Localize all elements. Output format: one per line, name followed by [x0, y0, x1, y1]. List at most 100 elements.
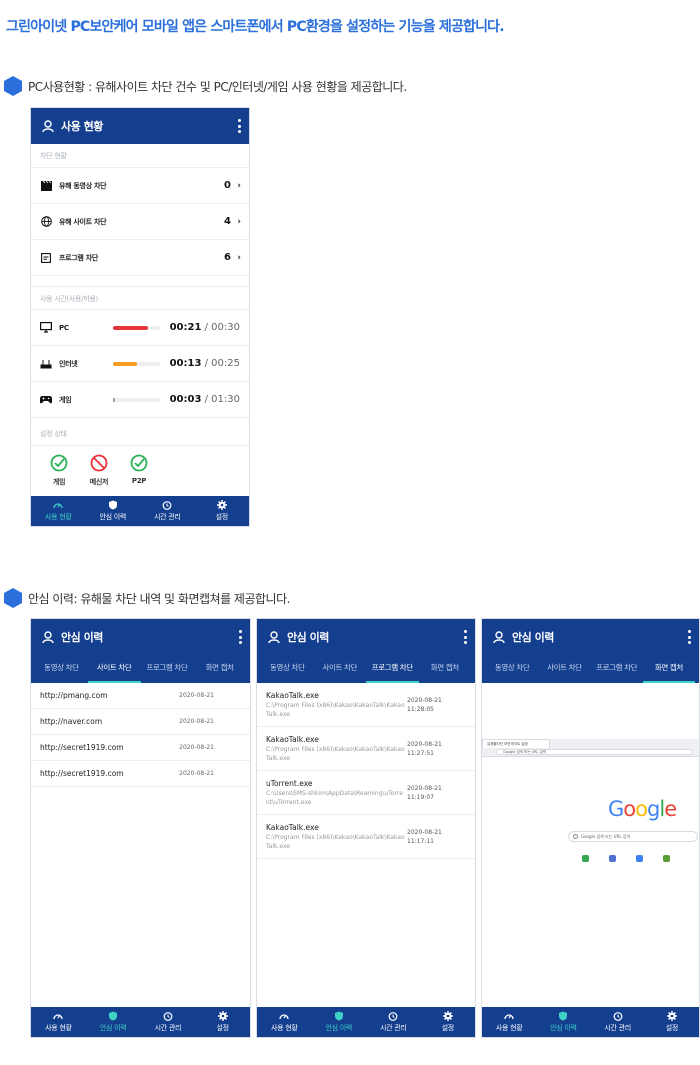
- router-icon: [40, 358, 52, 370]
- time-row-pc: PC 00:21 / 00:30: [31, 310, 249, 346]
- page-heading: 그린아이넷 PC보안케어 모바일 앱은 스마트폰에서 PC환경을 설정하는 기능…: [6, 19, 505, 35]
- nav-usage[interactable]: 사용 현황: [482, 1007, 536, 1037]
- time-label-internet: 인터넷: [59, 359, 78, 368]
- list-item[interactable]: http://pmang.com 2020-08-21: [31, 683, 250, 709]
- block-label-video: 유해 동영상 차단: [59, 181, 107, 190]
- alarm-clock-icon: [163, 1012, 173, 1021]
- tab-program[interactable]: 프로그램 차단: [366, 655, 419, 683]
- captured-browser-tab: 유해물차단 보안게이트 설정: [482, 739, 550, 748]
- nav-history[interactable]: 안심 이력: [86, 1007, 141, 1037]
- block-row-site[interactable]: 유해 사이트 차단 4 ›: [31, 204, 249, 240]
- nav-history[interactable]: 안심 이력: [312, 1007, 367, 1037]
- list-item[interactable]: KakaoTalk.exe C:\Program Files (x86)\Kaka…: [257, 727, 475, 771]
- nav-history[interactable]: 안심 이력: [86, 496, 141, 526]
- more-menu-icon[interactable]: [238, 630, 242, 644]
- bottom-nav: 사용 현황 안심 이력 시간 관리 설정: [31, 1007, 250, 1037]
- film-icon: [40, 180, 52, 192]
- time-value-pc: 00:21 / 00:30: [169, 322, 240, 333]
- status-list: 게임 메신저 P2P: [31, 446, 249, 487]
- nav-time[interactable]: 시간 관리: [141, 1007, 196, 1037]
- gear-icon: [216, 500, 227, 510]
- list-item[interactable]: http://naver.com 2020-08-21: [31, 709, 250, 735]
- status-item-messenger[interactable]: 메신저: [79, 454, 119, 487]
- captured-browser-bar: 유해물차단 보안게이트 설정 Google 검색 또는 URL 입력: [482, 739, 699, 757]
- more-menu-icon[interactable]: [687, 630, 691, 644]
- tab-site[interactable]: 사이트 차단: [538, 655, 590, 683]
- list-item[interactable]: uTorrent.exe C:\Users\SMS-shkim\AppData\R…: [257, 771, 475, 815]
- block-row-video[interactable]: 유해 동영상 차단 0 ›: [31, 168, 249, 204]
- nav-time[interactable]: 시간 관리: [366, 1007, 421, 1037]
- check-circle-icon: [130, 454, 148, 472]
- time-value-internet: 00:13 / 00:25: [169, 358, 240, 369]
- usage-screen: 사용 현황 차단 현황 유해 동영상 차단 0 › 유해 사이트 차단 4 › …: [30, 107, 250, 527]
- status-item-game[interactable]: 게임: [39, 454, 79, 487]
- tab-video[interactable]: 동영상 차단: [486, 655, 538, 683]
- block-count-video: 0: [224, 180, 231, 191]
- block-circle-icon: [90, 454, 108, 472]
- capture-view[interactable]: 유해물차단 보안게이트 설정 Google 검색 또는 URL 입력 Googl…: [482, 683, 699, 1003]
- tab-video[interactable]: 동영상 차단: [261, 655, 314, 683]
- more-menu-icon[interactable]: [237, 119, 241, 133]
- nav-settings[interactable]: 설정: [421, 1007, 476, 1037]
- tab-capture[interactable]: 화면 캡처: [419, 655, 472, 683]
- history-header: 안심 이력: [257, 619, 475, 655]
- nav-settings[interactable]: 설정: [195, 1007, 250, 1037]
- history-header: 안심 이력: [31, 619, 250, 655]
- progress-bar-pc: [113, 325, 160, 330]
- list-item[interactable]: http://secret1919.com 2020-08-21: [31, 735, 250, 761]
- status-item-p2p[interactable]: P2P: [119, 454, 159, 487]
- bottom-nav: 사용 현황 안심 이력 시간 관리 설정: [257, 1007, 475, 1037]
- list-item[interactable]: KakaoTalk.exe C:\Program Files (x86)\Kaka…: [257, 683, 475, 727]
- history-header: 안심 이력: [482, 619, 699, 655]
- shield-icon: [108, 500, 117, 510]
- history-screen-capture: 안심 이력 동영상 차단 사이트 차단 프로그램 차단 화면 캡처 유해물차단 …: [481, 618, 700, 1038]
- monitor-icon: [40, 322, 52, 334]
- gauge-icon: [504, 1014, 514, 1020]
- gear-icon: [442, 1011, 453, 1021]
- history-title: 안심 이력: [287, 631, 329, 644]
- tab-program[interactable]: 프로그램 차단: [591, 655, 643, 683]
- alarm-clock-icon: [388, 1012, 398, 1021]
- nav-settings[interactable]: 설정: [195, 496, 250, 526]
- chevron-right-icon: ›: [237, 180, 241, 191]
- time-section-label: 사용 시간(사용/허용): [31, 286, 249, 310]
- gear-icon: [217, 1011, 228, 1021]
- progress-fill-internet: [113, 361, 138, 366]
- list-item[interactable]: http://secret1919.com 2020-08-21: [31, 761, 250, 787]
- nav-history[interactable]: 안심 이력: [536, 1007, 590, 1037]
- alarm-clock-icon: [162, 501, 172, 510]
- more-menu-icon[interactable]: [463, 630, 467, 644]
- history-title: 안심 이력: [61, 631, 103, 644]
- nav-usage[interactable]: 사용 현황: [31, 1007, 86, 1037]
- nav-time[interactable]: 시간 관리: [591, 1007, 645, 1037]
- nav-usage[interactable]: 사용 현황: [31, 496, 86, 526]
- progress-fill-pc: [113, 325, 148, 330]
- tab-video[interactable]: 동영상 차단: [35, 655, 88, 683]
- tab-program[interactable]: 프로그램 차단: [141, 655, 194, 683]
- usage-title: 사용 현황: [61, 120, 103, 133]
- search-icon: [573, 834, 578, 839]
- bottom-nav: 사용 현황 안심 이력 시간 관리 설정: [31, 496, 249, 526]
- status-section-label: 설정 상태: [31, 422, 249, 446]
- tab-site[interactable]: 사이트 차단: [314, 655, 367, 683]
- tab-capture[interactable]: 화면 캡처: [642, 655, 695, 683]
- nav-settings[interactable]: 설정: [645, 1007, 699, 1037]
- tab-capture[interactable]: 화면 캡처: [193, 655, 246, 683]
- block-label-program: 프로그램 차단: [59, 253, 98, 262]
- hexagon-bullet-icon: [4, 588, 22, 608]
- block-section-label: 차단 현황: [31, 144, 249, 168]
- block-row-program[interactable]: 프로그램 차단 6 ›: [31, 240, 249, 276]
- gauge-icon: [53, 503, 63, 509]
- captured-search-box: Google 검색 또는 URL 입력: [568, 831, 698, 842]
- tab-site[interactable]: 사이트 차단: [87, 655, 141, 683]
- nav-usage[interactable]: 사용 현황: [257, 1007, 312, 1037]
- shield-icon: [334, 1011, 343, 1021]
- bottom-nav: 사용 현황 안심 이력 시간 관리 설정: [482, 1007, 699, 1037]
- nav-time[interactable]: 시간 관리: [140, 496, 195, 526]
- list-item[interactable]: KakaoTalk.exe C:\Program Files (x86)\Kaka…: [257, 815, 475, 859]
- chevron-right-icon: ›: [237, 216, 241, 227]
- section-title-history-text: 안심 이력: 유해물 차단 내역 및 화면캡쳐를 제공합니다.: [28, 591, 290, 606]
- alarm-clock-icon: [613, 1012, 623, 1021]
- section-title-usage: PC사용현황 : 유해사이트 차단 건수 및 PC/인터넷/게임 사용 현황을 …: [4, 76, 407, 96]
- hexagon-bullet-icon: [4, 76, 22, 96]
